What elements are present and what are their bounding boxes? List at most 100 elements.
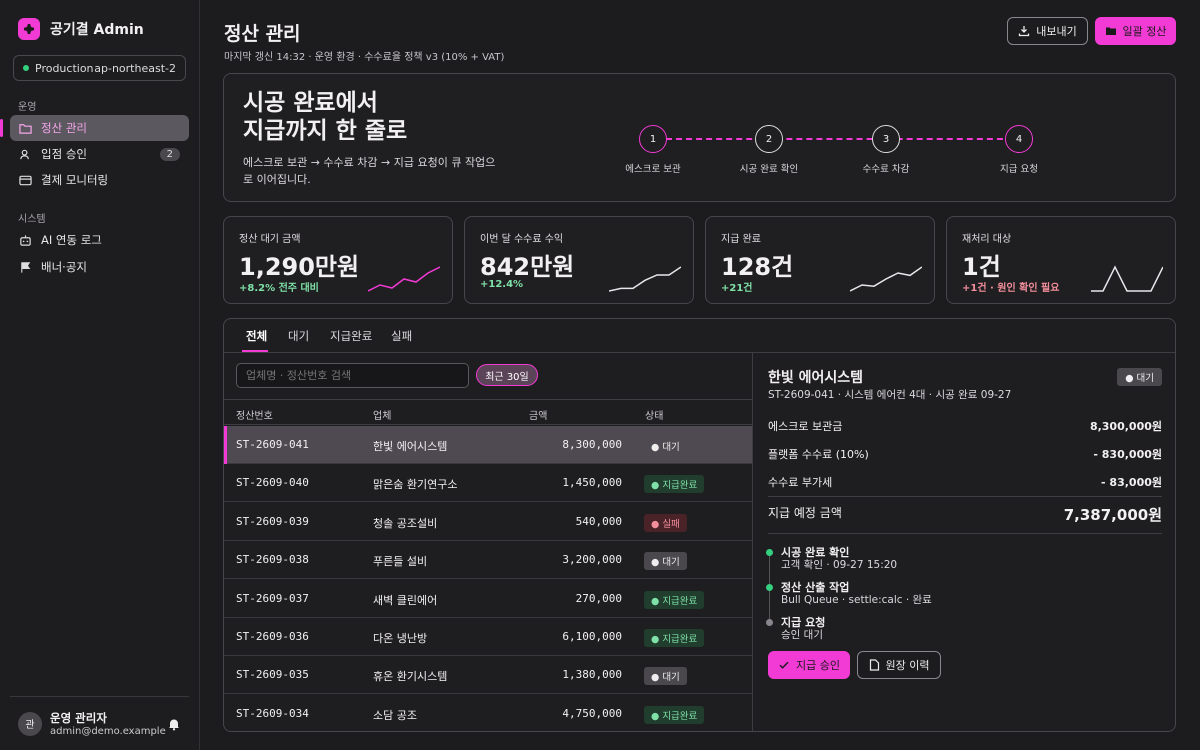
status-badge: ● 대기: [644, 667, 687, 686]
table-row[interactable]: ST-2609-037 새벽 클린에어 270,000 ● 지급완료: [224, 580, 752, 618]
step-4-label: 지급 요청: [1000, 164, 1038, 175]
hero-title-line: 시공 완료에서: [243, 90, 378, 116]
kpi-value: 1건: [962, 253, 1001, 281]
sidebar-item-label: AI 연동 로그: [41, 233, 102, 247]
ledger-history-button[interactable]: 원장 이력: [857, 651, 941, 679]
settlement-id: ST-2609-041: [236, 438, 309, 451]
bulk-settle-button[interactable]: 일괄 정산: [1095, 17, 1176, 45]
brand-logo-icon: [18, 18, 40, 40]
sidebar-item-settlement[interactable]: 정산 관리: [10, 115, 189, 141]
kpi-card: 재처리 대상 1건 +1건 · 원인 확인 필요: [946, 216, 1176, 304]
settlement-id: ST-2609-036: [236, 630, 309, 643]
approve-payout-button[interactable]: 지급 승인: [768, 651, 850, 679]
sidebar-item-banners[interactable]: 배너·공지: [10, 254, 189, 280]
step-1-circle: 1: [639, 125, 667, 153]
hero-title: 시공 완료에서 지급까지 한 줄로: [243, 89, 407, 145]
amount: 1,380,000: [562, 668, 622, 682]
credit-card-icon: [19, 175, 32, 185]
table-row[interactable]: ST-2609-039 청솔 공조설비 540,000 ● 실패: [224, 503, 752, 541]
amount: 6,100,000: [562, 630, 622, 643]
status-badge-label: 대기: [1136, 373, 1154, 384]
kpi-card: 지급 완료 128건 +21건: [705, 216, 935, 304]
active-tab-underline: [242, 350, 268, 352]
step-3-label: 수수료 차감: [862, 164, 910, 175]
environment-selector[interactable]: Production ap-northeast-2: [13, 55, 186, 81]
amount-value: - 83,000원: [1101, 476, 1162, 489]
column-header: 업체: [373, 411, 392, 422]
brand-title: 공기결 Admin: [50, 22, 144, 38]
column-header: 상태: [645, 411, 664, 422]
tab-paid[interactable]: 지급완료: [330, 328, 372, 344]
timeline-subtitle: 승인 대기: [781, 629, 823, 641]
status-dot-icon: [23, 65, 29, 71]
table-row[interactable]: ST-2609-035 휴온 환기시스템 1,380,000 ● 대기: [224, 656, 752, 695]
flag-icon: [21, 261, 31, 273]
amount: 3,200,000: [562, 553, 622, 567]
sidebar-item-label: 배너·공지: [41, 260, 87, 274]
status-badge: ● 지급완료: [644, 590, 705, 609]
date-filter-chip[interactable]: 최근 30일: [476, 364, 538, 386]
step-2-circle: 2: [755, 125, 783, 153]
sparkline-chart: [609, 266, 681, 292]
status-badge: ● 지급완료: [644, 705, 705, 724]
amount: 1,450,000: [562, 476, 622, 490]
tab-all[interactable]: 전체: [246, 328, 267, 344]
hero-description: 에스크로 보관 → 수수료 차감 → 지급 요청이 큐 작업으로 이어집니다.: [243, 156, 496, 186]
kpi-value: 1,290만원: [239, 253, 360, 281]
folder-icon: [19, 123, 32, 134]
tab-bar: 전체 대기 지급완료 실패: [224, 319, 1175, 353]
kpi-label: 이번 달 수수료 수익: [480, 234, 564, 245]
sidebar: 공기결 Admin Production ap-northeast-2 운영 정…: [0, 0, 200, 750]
robot-icon: [20, 234, 31, 246]
kpi-delta: +8.2% 전주 대비: [239, 283, 319, 294]
page-subtitle: 마지막 갱신 14:32 · 운영 환경 · 수수료율 정책 v3 (10% +…: [224, 52, 505, 63]
bell-icon[interactable]: [167, 717, 181, 731]
amount-label: 에스크로 보관금: [768, 420, 843, 433]
timeline-pending-dot-icon: [766, 619, 773, 626]
sparkline-line: [1091, 265, 1163, 292]
sidebar-item-payment-monitoring[interactable]: 결제 모니터링: [10, 167, 189, 193]
vendor-name: 한빛 에어시스템: [373, 440, 448, 453]
user-check-icon: [20, 149, 29, 159]
folder-icon: [1105, 27, 1116, 35]
user-profile[interactable]: 관 운영 관리자 admin@demo.example: [10, 696, 189, 750]
kpi-delta: +12.4%: [480, 279, 524, 290]
timeline-done-dot-icon: [766, 549, 773, 556]
brand[interactable]: 공기결 Admin: [18, 18, 144, 40]
vendor-name: 휴온 환기시스템: [373, 670, 448, 684]
amount-row: 에스크로 보관금 8,300,000원: [768, 418, 1162, 434]
kpi-label: 지급 완료: [721, 234, 761, 245]
export-button[interactable]: 내보내기: [1007, 17, 1088, 45]
status-label: 지급완료: [662, 480, 698, 492]
amount-label: 플랫폼 수수료 (10%): [768, 448, 869, 461]
vendor-name: 맑은숨 환기연구소: [373, 478, 458, 492]
vendor-name: 소담 공조: [373, 708, 417, 722]
sidebar-item-ai-logs[interactable]: AI 연동 로그: [10, 227, 189, 253]
sparkline-chart: [368, 266, 440, 292]
status-badge: ● 대기: [1117, 368, 1162, 386]
tab-pending[interactable]: 대기: [288, 328, 309, 344]
table-row[interactable]: ST-2609-038 푸른들 설비 3,200,000 ● 대기: [224, 541, 752, 580]
column-header: 금액: [529, 411, 548, 422]
ledger-history-label: 원장 이력: [885, 659, 930, 672]
status-badge: ● 대기: [644, 552, 687, 571]
divider: [768, 533, 1162, 534]
status-badge: ● 대기: [651, 442, 680, 453]
amount-label: 수수료 부가세: [768, 476, 833, 489]
table-row[interactable]: ST-2609-034 소담 공조 4,750,000 ● 지급완료: [224, 695, 752, 731]
vendor-name: 푸른들 설비: [373, 555, 428, 569]
table-row[interactable]: ST-2609-041 한빛 에어시스템 8,300,000 ● 대기: [224, 426, 752, 464]
approve-payout-label: 지급 승인: [796, 659, 840, 672]
table-row[interactable]: ST-2609-036 다온 냉난방 6,100,000 ● 지급완료: [224, 618, 752, 656]
sidebar-item-store-approval[interactable]: 입점 승인 2: [10, 141, 189, 167]
vendor-name: 새벽 클린에어: [373, 593, 438, 607]
search-input[interactable]: [236, 363, 469, 388]
detail-pane: 한빛 에어시스템 ● 대기 ST-2609-041 · 시스템 에어컨 4대 ·…: [753, 353, 1175, 731]
sidebar-section-system: 시스템: [18, 214, 46, 225]
kpi-value: 128건: [721, 253, 794, 281]
tab-failed[interactable]: 실패: [391, 328, 412, 344]
table-row[interactable]: ST-2609-040 맑은숨 환기연구소 1,450,000 ● 지급완료: [224, 464, 752, 503]
step-3-circle: 3: [872, 125, 900, 153]
amount-row: 플랫폼 수수료 (10%) - 830,000원: [768, 446, 1162, 462]
amount-value: 8,300,000원: [1089, 420, 1162, 433]
